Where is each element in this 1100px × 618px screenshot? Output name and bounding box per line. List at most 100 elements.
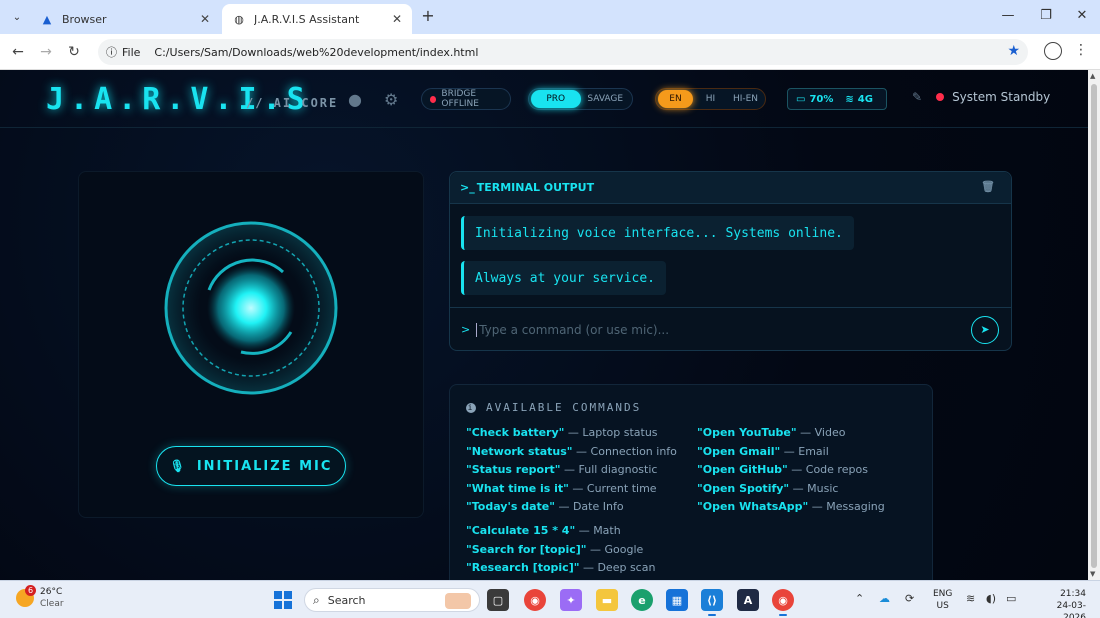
lang-hi[interactable]: HI (693, 90, 728, 108)
app-subtitle: // AI CORE (246, 96, 339, 110)
command-item: "What time is it" — Current time (466, 482, 657, 495)
mode-toggle: PRO SAVAGE (528, 88, 633, 110)
command-item: "Open GitHub" — Code repos (697, 463, 868, 476)
command-item: "Today's date" — Date Info (466, 500, 624, 513)
minimize-button[interactable]: — (998, 8, 1018, 23)
app-header: J.A.R.V.I.S // AI CORE ● ⚙ BRIDGE OFFLIN… (0, 70, 1088, 128)
chrome-icon[interactable]: ◉ (524, 589, 546, 611)
scroll-down-arrow-icon[interactable]: ▼ (1090, 570, 1095, 578)
chrome-active-icon[interactable]: ◉ (772, 589, 794, 616)
address-bar: ← → ↻ ⓘ File C:/Users/Sam/Downloads/web%… (0, 34, 1100, 70)
bridge-status-badge: BRIDGE OFFLINE (421, 88, 511, 110)
back-button[interactable]: ← (8, 42, 28, 62)
terminal-header: >_ TERMINAL OUTPUT 🗑 (450, 172, 1011, 204)
voice-orb[interactable] (163, 220, 339, 396)
close-tab-icon[interactable]: ✕ (200, 12, 210, 26)
url-text: C:/Users/Sam/Downloads/web%20development… (154, 45, 479, 59)
command-input-row: > ➤ (450, 307, 1011, 351)
lang-line-2: US (936, 601, 949, 611)
weather-widget[interactable]: 6 26°C Clear (16, 585, 64, 610)
commands-title: i AVAILABLE COMMANDS (466, 401, 641, 414)
start-button[interactable] (274, 591, 292, 609)
lang-line-1: ENG (933, 589, 953, 599)
wifi-icon[interactable]: ≋ (966, 592, 975, 605)
network-value: 4G (857, 93, 873, 105)
taskbar-search[interactable]: ⌕ Search (304, 588, 480, 612)
profile-icon[interactable] (1044, 42, 1062, 60)
initialize-mic-button[interactable]: 🎙 INITIALIZE MIC (156, 446, 346, 486)
scroll-up-arrow-icon[interactable]: ▲ (1090, 72, 1095, 80)
tab-label: Browser (62, 12, 107, 26)
command-item: "Open YouTube" — Video (697, 426, 846, 439)
command-item: "Status report" — Full diagnostic (466, 463, 658, 476)
scrollbar-thumb[interactable] (1091, 84, 1097, 568)
chevron-up-icon[interactable]: ⌃ (855, 592, 864, 605)
copilot-icon[interactable]: ✦ (560, 589, 582, 611)
terminal-panel: >_ TERMINAL OUTPUT 🗑 Initializing voice … (449, 171, 1012, 351)
store-icon[interactable]: ▦ (666, 589, 688, 611)
reload-button[interactable]: ↻ (64, 42, 84, 62)
prompt-chevron-icon: > (461, 323, 471, 336)
scheme-label: File (122, 45, 141, 59)
browser-tab-bar: ⌄ ▲ Browser ✕ ◍ J.A.R.V.I.S Assistant ✕ … (0, 0, 1100, 34)
restore-button[interactable]: ❐ (1036, 8, 1056, 23)
language-toggle: EN HI HI-EN (655, 88, 766, 110)
tab-search-dropdown[interactable]: ⌄ (6, 6, 28, 28)
status-dot (936, 93, 945, 101)
close-tab-icon[interactable]: ✕ (392, 12, 402, 26)
system-status-text: System Standby (952, 90, 1051, 104)
clock[interactable]: 21:34 24-03-2026 (1036, 588, 1086, 618)
new-tab-button[interactable]: + (418, 6, 438, 26)
command-input[interactable] (476, 322, 971, 337)
command-item: "Open WhatsApp" — Messaging (697, 500, 885, 513)
close-window-button[interactable]: ✕ (1072, 8, 1092, 23)
weather-desc: Clear (40, 599, 64, 609)
search-icon: ⌕ (313, 592, 320, 607)
antigravity-icon[interactable]: A (737, 589, 759, 611)
onedrive-icon[interactable]: ☁ (879, 592, 890, 605)
command-item: "Search for [topic]" — Google (466, 543, 644, 556)
wifi-icon: ≋ (845, 93, 854, 105)
edge-icon[interactable]: e (631, 589, 653, 611)
page-viewport: J.A.R.V.I.S // AI CORE ● ⚙ BRIDGE OFFLIN… (0, 70, 1088, 580)
microphone-icon: 🎙 (169, 459, 187, 473)
voice-orb-panel: 🎙 INITIALIZE MIC (78, 171, 424, 518)
info-icon: i (466, 402, 476, 413)
brain-icon[interactable]: ● (348, 90, 362, 109)
command-item: "Calculate 15 * 4" — Math (466, 524, 621, 537)
command-item: "Open Spotify" — Music (697, 482, 839, 495)
forward-button[interactable]: → (36, 42, 56, 62)
task-view-icon[interactable]: ▢ (487, 589, 509, 611)
battery-value: 70% (809, 93, 834, 105)
tab-jarvis[interactable]: ◍ J.A.R.V.I.S Assistant ✕ (222, 4, 412, 34)
sync-icon[interactable]: ⟳ (905, 592, 914, 605)
taskbar: 6 26°C Clear ⌕ Search ▢ ◉ ✦ ▬ e ▦ ⟨⟩ A ◉… (0, 580, 1100, 618)
terminal-message: Initializing voice interface... Systems … (461, 216, 854, 250)
mode-savage[interactable]: SAVAGE (581, 90, 631, 108)
lang-en[interactable]: EN (658, 90, 693, 108)
mode-pro[interactable]: PRO (531, 90, 581, 108)
tab-browser[interactable]: ▲ Browser ✕ (30, 4, 220, 34)
terminal-title: TERMINAL OUTPUT (476, 181, 595, 194)
terminal-message: Always at your service. (461, 261, 667, 295)
volume-icon[interactable]: ◖) (986, 592, 996, 605)
battery-icon[interactable]: ▭ (1006, 592, 1016, 605)
vscode-icon[interactable]: ⟨⟩ (701, 589, 723, 616)
system-stats: ▭ 70% ≋ 4G (787, 88, 887, 110)
page-scrollbar[interactable]: ▲ ▼ (1088, 70, 1100, 580)
clock-time: 21:34 (1060, 589, 1086, 599)
file-explorer-icon[interactable]: ▬ (596, 589, 618, 611)
bookmark-star-icon[interactable]: ★ (1007, 43, 1020, 59)
search-highlight-icon (445, 593, 471, 609)
url-field[interactable]: ⓘ File C:/Users/Sam/Downloads/web%20deve… (98, 39, 1028, 65)
terminal-prompt-icon: >_ (460, 181, 475, 194)
gear-icon[interactable]: ⚙ (384, 90, 398, 109)
info-icon[interactable]: ⓘ (106, 44, 117, 60)
bridge-status-text: BRIDGE OFFLINE (441, 89, 479, 109)
menu-kebab-icon[interactable]: ⋮ (1074, 42, 1088, 58)
input-language[interactable]: ENG US (933, 588, 952, 612)
command-item: "Check battery" — Laptop status (466, 426, 658, 439)
send-button[interactable]: ➤ (971, 315, 999, 344)
trash-icon[interactable]: 🗑 (981, 180, 995, 193)
lang-hi-en[interactable]: HI-EN (728, 90, 763, 108)
